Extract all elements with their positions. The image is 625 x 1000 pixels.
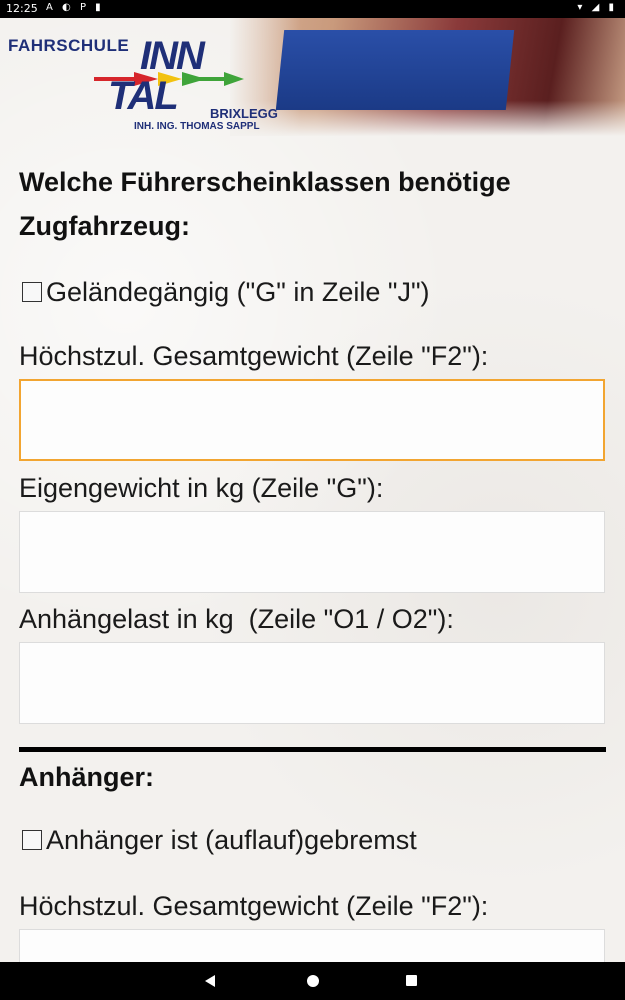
offroad-checkbox-label[interactable]: Geländegängig ("G" in Zeile "J") [46,276,430,308]
recent-apps-icon[interactable] [406,975,417,986]
status-time: 12:25 [6,2,38,15]
total-weight-input[interactable] [19,379,605,461]
own-weight-label: Eigengewicht in kg (Zeile "G"): [19,473,384,503]
notification-circle-icon: ◐ [62,2,74,13]
logo-location: BRIXLEGG [210,106,278,121]
notification-a-icon: A [46,2,56,13]
total-weight-label: Höchstzul. Gesamtgewicht (Zeile "F2"): [19,341,489,371]
trailer-total-weight-label: Höchstzul. Gesamtgewicht (Zeile "F2"): [19,891,489,921]
header-banner: FAHRSCHULE INN TAL BRIXLEGG INH. ING. TH… [0,18,625,136]
towing-load-label: Anhängelast in kg (Zeile "O1 / O2"): [19,604,454,634]
logo-tal-text: TAL [108,74,179,118]
notification-p-icon: P [79,2,89,13]
logo-inn-text: INN [140,34,205,78]
offroad-checkbox[interactable] [22,282,42,302]
trailer-total-weight-input[interactable] [19,929,605,962]
trailer-braked-checkbox-row[interactable]: Anhänger ist (auflauf)gebremst [22,824,417,856]
status-bar: 12:25 A ◐ P ▮ ▾ ◢ ▮ [0,0,625,18]
notification-sim-icon: ▮ [95,2,104,13]
header-photo-plate [275,30,515,110]
trailer-section-title: Anhänger: [19,762,154,792]
system-icons: ▾ ◢ ▮ [577,2,617,13]
own-weight-input[interactable] [19,511,605,593]
home-icon[interactable] [307,975,319,987]
trailer-braked-checkbox-label[interactable]: Anhänger ist (auflauf)gebremst [46,824,417,856]
webview-page[interactable]: FAHRSCHULE INN TAL BRIXLEGG INH. ING. TH… [0,18,625,962]
signal-icon: ◢ [591,2,603,13]
navigation-bar [0,962,625,1000]
battery-icon: ▮ [608,2,617,13]
trailer-braked-checkbox[interactable] [22,830,42,850]
wifi-icon: ▾ [577,2,586,13]
section-title-towing-vehicle: Welche Führerscheinklassen benötige Zugf… [19,160,511,248]
towing-load-input[interactable] [19,642,605,724]
section-divider [19,747,606,752]
logo-owner: INH. ING. THOMAS SAPPL [134,121,260,132]
section-title-line2: Zugfahrzeug: [19,211,190,241]
section-title-line1: Welche Führerscheinklassen benötige [19,167,511,197]
notification-icons: A ◐ P ▮ [46,2,104,13]
offroad-checkbox-row[interactable]: Geländegängig ("G" in Zeile "J") [22,276,430,308]
back-icon[interactable] [205,975,215,987]
logo-school-label: FAHRSCHULE [8,36,130,55]
